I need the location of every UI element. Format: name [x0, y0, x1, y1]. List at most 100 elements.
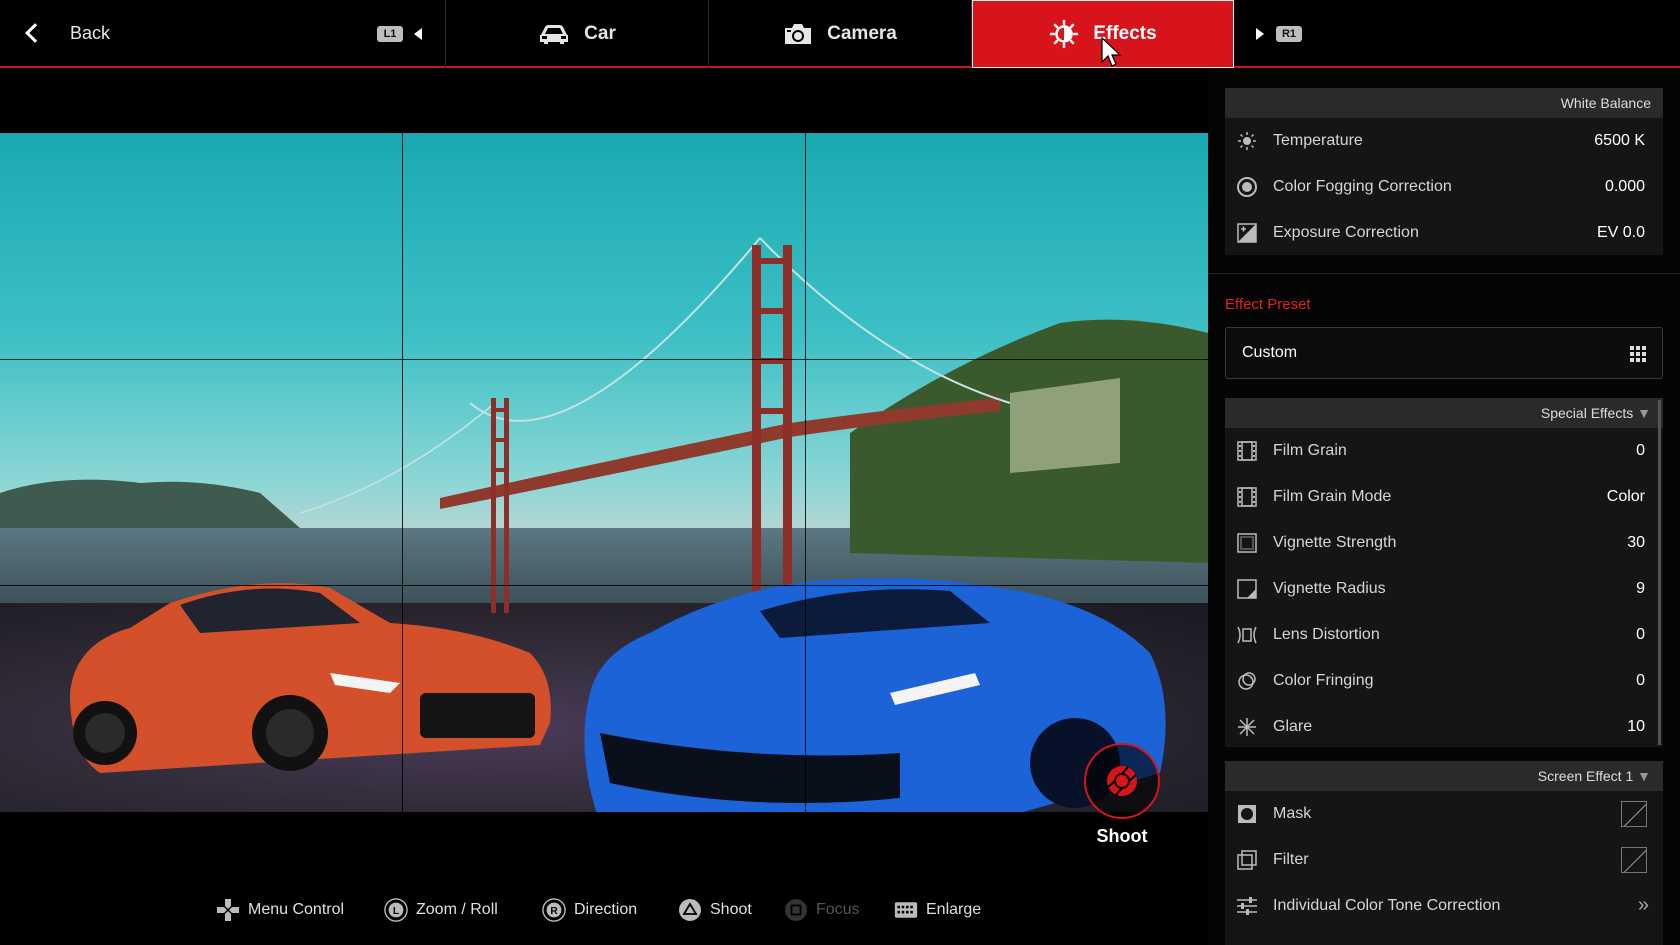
glare-row[interactable]: Glare 10	[1225, 704, 1663, 749]
mask-row[interactable]: Mask	[1225, 791, 1663, 836]
square-button-icon	[784, 898, 808, 922]
svg-text:R: R	[550, 906, 558, 917]
caret-down-icon: ▼	[1637, 768, 1651, 784]
top-navigation-bar: Back L1 Car Camera Effects R1	[0, 0, 1680, 68]
special-effects-label: Special Effects	[1540, 405, 1634, 421]
filter-row[interactable]: Filter	[1225, 837, 1663, 882]
shutter-icon	[1107, 766, 1137, 796]
effect-preset-title: Effect Preset	[1225, 296, 1311, 313]
tab-camera-label: Camera	[827, 23, 897, 44]
camera-icon	[785, 24, 812, 44]
vignette-radius-row[interactable]: Vignette Radius 9	[1225, 566, 1663, 611]
exposure-correction-row[interactable]: Exposure Correction EV 0.0	[1225, 210, 1663, 255]
screen-effect-section: Mask Filter Individual Color Tone Correc…	[1225, 791, 1663, 945]
screen-effect-label: Screen Effect 1	[1537, 768, 1634, 784]
panel-divider	[1208, 273, 1680, 274]
color-fogging-row[interactable]: Color Fogging Correction 0.000	[1225, 164, 1663, 209]
film-grain-row[interactable]: Film Grain 0	[1225, 428, 1663, 473]
sun-icon	[1235, 129, 1259, 153]
hint-direction: R Direction	[542, 898, 637, 922]
sliders-icon	[1235, 894, 1259, 918]
hint-enlarge: Enlarge	[894, 898, 981, 922]
scene-illustration	[0, 237, 1208, 812]
film-grain-mode-value: Color	[1606, 487, 1645, 505]
back-button[interactable]: Back L1	[0, 0, 446, 68]
shoot-button[interactable]	[1084, 743, 1160, 819]
touchpad-icon	[894, 898, 918, 922]
tab-camera[interactable]: Camera	[709, 0, 972, 68]
special-effects-header[interactable]: Special Effects ▼	[1225, 398, 1663, 428]
vignette-strength-row[interactable]: Vignette Strength 30	[1225, 520, 1663, 565]
temperature-row[interactable]: Temperature 6500 K	[1225, 118, 1663, 163]
white-balance-header: White Balance	[1225, 88, 1663, 118]
triangle-right-icon	[1256, 28, 1264, 40]
l-stick-icon: L	[384, 898, 408, 922]
hint-direction-label: Direction	[574, 901, 638, 918]
color-fringing-row[interactable]: Color Fringing 0	[1225, 658, 1663, 703]
tab-car-label: Car	[584, 23, 616, 44]
caret-down-icon: ▼	[1637, 405, 1651, 421]
color-fringing-icon	[1235, 669, 1259, 693]
tab-car[interactable]: Car	[446, 0, 709, 68]
photo-viewport[interactable]	[0, 133, 1208, 812]
color-tone-row[interactable]: Individual Color Tone Correction »	[1225, 883, 1663, 928]
blue-car	[584, 578, 1166, 812]
filter-label: Filter	[1273, 850, 1309, 868]
color-tone-label: Individual Color Tone Correction	[1273, 896, 1501, 914]
grid-line-horizontal-2	[0, 585, 1208, 586]
bridge-tower-far	[491, 398, 509, 613]
tab-effects[interactable]: Effects	[972, 0, 1234, 68]
double-chevron-right-icon: »	[1637, 894, 1649, 916]
vignette-radius-label: Vignette Radius	[1273, 579, 1386, 597]
mouse-cursor-icon	[1101, 37, 1122, 67]
left-hills	[0, 479, 300, 528]
color-fringing-label: Color Fringing	[1273, 671, 1374, 689]
empty-slot-icon	[1621, 800, 1647, 827]
hint-menu-control: Menu Control	[216, 898, 344, 922]
effect-preset-selector[interactable]: Custom	[1225, 327, 1663, 379]
vignette-strength-label: Vignette Strength	[1273, 533, 1397, 551]
lens-distortion-value: 0	[1636, 625, 1645, 643]
grid-menu-icon	[1630, 346, 1646, 362]
hint-enlarge-label: Enlarge	[926, 901, 982, 918]
white-balance-section: Temperature 6500 K Color Fogging Correct…	[1225, 118, 1663, 255]
panel-scrollbar[interactable]	[1658, 400, 1661, 745]
grid-line-vertical-1	[402, 133, 403, 812]
brightness-icon	[1050, 19, 1079, 49]
temperature-label: Temperature	[1273, 131, 1363, 149]
exposure-correction-label: Exposure Correction	[1273, 223, 1419, 241]
triangle-button-icon	[678, 898, 702, 922]
hint-zoom-roll-label: Zoom / Roll	[416, 901, 498, 918]
mask-icon	[1235, 802, 1259, 826]
fort-building	[1010, 378, 1120, 473]
filter-icon	[1235, 848, 1259, 872]
l1-button-icon: L1	[377, 26, 403, 42]
screen-effect-header[interactable]: Screen Effect 1 ▼	[1225, 761, 1663, 791]
hint-focus-label: Focus	[816, 901, 860, 918]
vignette-radius-value: 9	[1636, 579, 1645, 597]
triangle-left-icon	[414, 28, 422, 40]
color-fringing-value: 0	[1636, 671, 1645, 689]
film-grain-mode-label: Film Grain Mode	[1273, 487, 1392, 505]
vignette-strength-value: 30	[1627, 533, 1645, 551]
grid-line-horizontal-1	[0, 359, 1208, 360]
special-effects-section: Film Grain 0 Film Grain Mode Color Vigne…	[1225, 428, 1663, 747]
glare-icon	[1235, 715, 1259, 739]
temperature-value: 6500 K	[1594, 131, 1645, 149]
color-fogging-value: 0.000	[1604, 177, 1645, 195]
grid-line-vertical-2	[805, 133, 806, 812]
hint-focus: Focus	[784, 898, 860, 922]
r1-button-icon: R1	[1276, 26, 1302, 42]
lens-distortion-icon	[1235, 623, 1259, 647]
film-grain-mode-row[interactable]: Film Grain Mode Color	[1225, 474, 1663, 519]
chevron-left-icon	[25, 23, 45, 43]
lens-distortion-row[interactable]: Lens Distortion 0	[1225, 612, 1663, 657]
empty-slot-icon	[1621, 846, 1647, 873]
hint-shoot: Shoot	[678, 898, 752, 922]
glare-value: 10	[1627, 717, 1645, 735]
r-stick-icon: R	[542, 898, 566, 922]
mask-label: Mask	[1273, 804, 1312, 822]
svg-text:L: L	[393, 906, 399, 917]
glare-label: Glare	[1273, 717, 1313, 735]
vignette-radius-icon	[1235, 577, 1259, 601]
